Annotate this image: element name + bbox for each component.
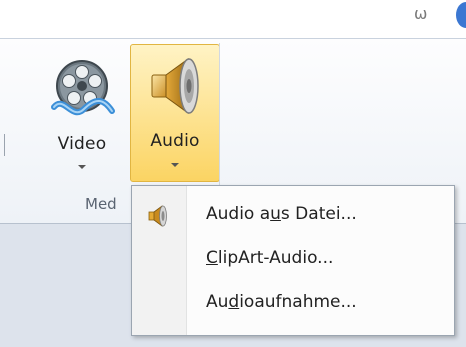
speaker-icon — [148, 205, 167, 227]
title-glyph: ω — [414, 4, 428, 23]
menu-item-label: ClipArt-Audio... — [206, 248, 334, 268]
speaker-icon — [151, 58, 199, 114]
ribbon-separator — [4, 134, 5, 156]
media-group-label: Med — [85, 195, 117, 213]
video-dropdown-arrow-icon — [78, 165, 86, 169]
audio-button[interactable]: Audio — [130, 44, 220, 182]
audio-dropdown-menu: Audio aus Datei... ClipArt-Audio... Audi… — [131, 185, 455, 336]
menu-item-record-audio[interactable]: Audioaufnahme... — [134, 282, 452, 326]
video-button[interactable]: Video — [40, 49, 124, 183]
film-reel-icon — [51, 60, 115, 116]
menu-item-label: Audioaufnahme... — [206, 292, 357, 312]
menu-item-audio-from-file[interactable]: Audio aus Datei... — [134, 194, 452, 238]
audio-button-label: Audio — [150, 131, 200, 151]
menu-item-clipart-audio[interactable]: ClipArt-Audio... — [134, 238, 452, 282]
title-bar: ω — [0, 0, 466, 38]
audio-dropdown-arrow-icon — [171, 163, 179, 167]
menu-item-label: Audio aus Datei... — [206, 204, 357, 224]
video-button-label: Video — [57, 134, 107, 154]
app-logo-icon — [456, 2, 466, 28]
